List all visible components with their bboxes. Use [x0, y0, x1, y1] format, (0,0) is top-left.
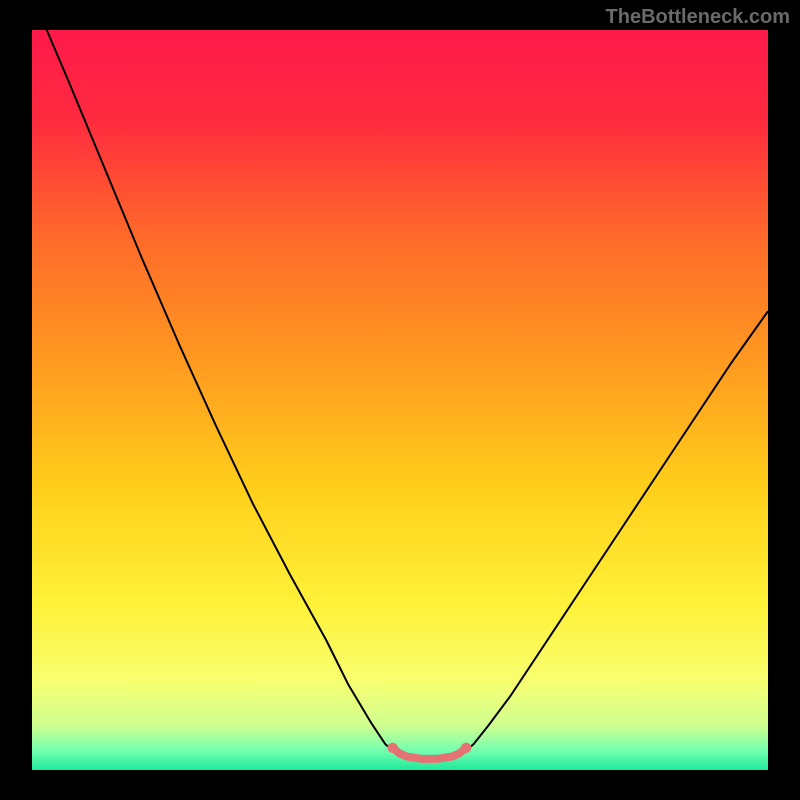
watermark-text: TheBottleneck.com	[606, 6, 790, 29]
series-highlight-segment-dot	[387, 743, 397, 753]
chart-container: TheBottleneck.com	[0, 0, 800, 800]
plot-background	[32, 30, 768, 770]
series-highlight-segment-dot	[461, 743, 471, 753]
bottleneck-chart	[0, 0, 800, 800]
